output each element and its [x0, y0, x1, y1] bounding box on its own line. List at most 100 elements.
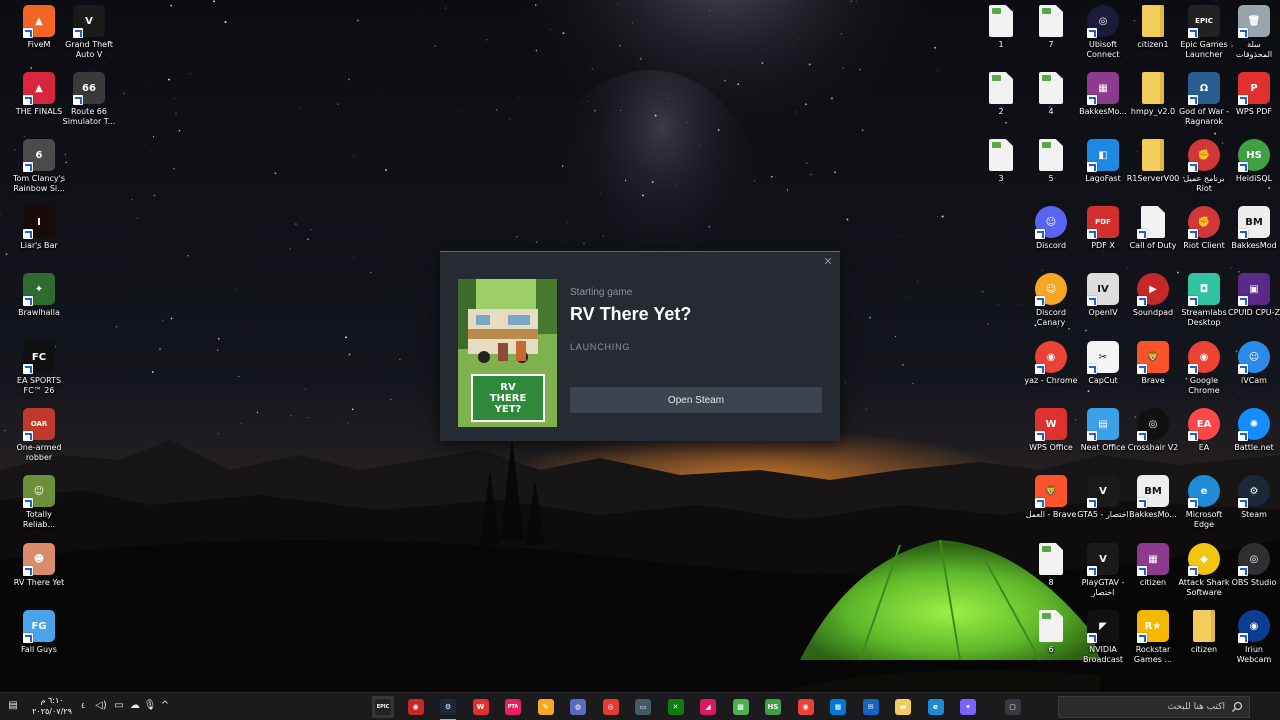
taskbar-app-button[interactable]: W [470, 696, 492, 718]
shortcut-arrow-icon [23, 431, 33, 441]
taskbar-app-button[interactable]: EPIC [372, 696, 394, 718]
recorder-icon: ◉ [407, 699, 424, 715]
taskbar-app-button[interactable]: ✕ [665, 696, 687, 718]
taskbar-app-button[interactable]: ▩ [730, 696, 752, 718]
desktop-icon[interactable]: ✺ Battle.net [1225, 408, 1280, 472]
shortcut-arrow-icon [23, 633, 33, 643]
notification-count: ٤ [80, 701, 86, 710]
desktop-icon[interactable]: R★ Rockstar Games ... [1124, 610, 1182, 674]
desktop-icon[interactable]: BM BakkesMod [1225, 206, 1280, 270]
shortcut-arrow-icon [23, 498, 33, 508]
taskbar-app-button[interactable]: ▬ [892, 696, 914, 718]
app-pink2-icon: ◢ [700, 699, 716, 715]
desktop-icon[interactable]: ☺ Totally Reliab... [10, 475, 68, 539]
shortcut-arrow-icon [1087, 364, 1097, 374]
taskbar-app-button[interactable]: ✦ [957, 696, 979, 718]
desktop-icon-label: Battle.net [1234, 443, 1274, 452]
game-title: RV There Yet? [570, 304, 692, 324]
desktop-icon-label: Steam [1241, 510, 1267, 519]
shortcut-arrow-icon [1035, 229, 1045, 239]
chevron-up-icon[interactable]: ^ [158, 699, 172, 713]
taskbar-app-button[interactable]: ◉ [405, 696, 427, 718]
desktop-icon[interactable]: ▣ CPUID CPU-Z [1225, 273, 1280, 337]
desktop-icon[interactable]: FG Fall Guys [10, 610, 68, 674]
desktop-icon[interactable]: V Grand Theft Auto V [60, 5, 118, 69]
epic-games-icon: EPIC [375, 699, 391, 715]
network-icon[interactable]: ▭ [112, 699, 126, 713]
taskbar-app-button[interactable]: ▢ [1002, 696, 1024, 718]
shortcut-arrow-icon [1188, 28, 1198, 38]
png-file-icon [989, 5, 1013, 37]
taskbar-app-button[interactable]: HS [762, 696, 784, 718]
taskbar-app-button[interactable]: e [925, 696, 947, 718]
onedrive-icon[interactable]: ☁ [128, 699, 142, 713]
desktop-icon[interactable]: ✦ Brawlhalla [10, 273, 68, 337]
desktop-icon[interactable]: ☺ Discord Canary [1022, 273, 1080, 337]
desktop-icon[interactable]: ☺ Discord [1022, 206, 1080, 270]
app-pink-icon: PTA [505, 699, 521, 715]
desktop-icon[interactable]: I Liar's Bar [10, 206, 68, 270]
shortcut-arrow-icon [1087, 498, 1097, 508]
shortcut-arrow-icon [1188, 364, 1198, 374]
open-steam-button[interactable]: Open Steam [570, 387, 822, 413]
notification-icon[interactable]: ▤ [6, 699, 20, 713]
shortcut-arrow-icon [1188, 431, 1198, 441]
shortcut-arrow-icon [1188, 229, 1198, 239]
taskbar-app-button[interactable]: ▦ [827, 696, 849, 718]
desktop-icon[interactable]: 4 [1022, 72, 1080, 136]
window-icon: ▭ [635, 699, 651, 715]
shortcut-arrow-icon [1238, 162, 1248, 172]
desktop-icon-label: WPS PDF [1236, 107, 1272, 116]
shortcut-arrow-icon [1087, 296, 1097, 306]
shortcut-arrow-icon [1137, 566, 1147, 576]
shortcut-arrow-icon [1238, 364, 1248, 374]
png-file-icon [1039, 72, 1063, 104]
clock-date[interactable]: ٢٠٢٥/٠٧/٢٩ [32, 707, 72, 716]
desktop-icon[interactable]: 🦁 العمل - Brave [1022, 475, 1080, 539]
desktop-icon[interactable]: P WPS PDF [1225, 72, 1280, 136]
taskbar-app-button[interactable]: ⚙ [437, 696, 459, 720]
file-explorer-icon: ▬ [895, 699, 911, 715]
shortcut-arrow-icon [1087, 229, 1097, 239]
shortcut-arrow-icon [1035, 431, 1045, 441]
shortcut-arrow-icon [1188, 162, 1198, 172]
desktop-icon[interactable]: ◉ Iriun Webcam [1225, 610, 1280, 674]
search-input[interactable]: اكتب هنا للبحث [1058, 696, 1250, 718]
taskbar: اكتب هنا للبحث ▤ ٦:١٠ م ٢٠٢٥/٠٧/٢٩ ٤ ◁) … [0, 692, 1280, 720]
shortcut-arrow-icon [73, 28, 83, 38]
desktop-icon[interactable]: Call of Duty [1124, 206, 1182, 270]
desktop-icon[interactable]: ◎ Crosshair V2 [1124, 408, 1182, 472]
close-icon[interactable]: ✕ [822, 256, 834, 268]
desktop-icon[interactable]: ☻ RV There Yet [10, 543, 68, 607]
desktop-icon[interactable]: FC EA SPORTS FC™ 26 [10, 341, 68, 405]
taskbar-app-button[interactable]: ✉ [860, 696, 882, 718]
desktop-icon[interactable]: ⚙ Steam [1225, 475, 1280, 539]
desktop-icon[interactable]: 6 Tom Clancy's Rainbow Si... [10, 139, 68, 203]
desktop-icon[interactable]: 5 [1022, 139, 1080, 203]
taskbar-app-button[interactable]: ◢ [697, 696, 719, 718]
desktop-icon[interactable]: 🗑 سلة المحذوفات [1225, 5, 1280, 69]
app-red-icon: ◎ [602, 699, 619, 715]
desktop-icon[interactable]: W WPS Office [1022, 408, 1080, 472]
desktop-icon[interactable]: ☺ iVCam [1225, 341, 1280, 405]
volume-icon[interactable]: ◁) [94, 699, 108, 713]
desktop-icon-label: One-armed robber [16, 443, 62, 462]
taskbar-app-button[interactable]: ◉ [795, 696, 817, 718]
desktop-icon-label: HeidiSQL [1235, 174, 1273, 183]
desktop-icon[interactable]: OAR One-armed robber [10, 408, 68, 472]
clock-time[interactable]: ٦:١٠ م [32, 696, 72, 705]
png-file-icon [1039, 139, 1063, 171]
taskbar-app-button[interactable]: ◍ [567, 696, 589, 718]
desktop-icon[interactable]: ◉ yaz - Chrome [1022, 341, 1080, 405]
taskbar-app-button[interactable]: ◎ [600, 696, 622, 718]
taskbar-app-button[interactable]: ✎ [535, 696, 557, 718]
taskbar-app-button[interactable]: PTA [502, 696, 524, 718]
desktop-icon[interactable]: 66 Route 66 Simulator T... [60, 72, 118, 136]
shortcut-arrow-icon [1238, 229, 1248, 239]
shortcut-arrow-icon [1137, 296, 1147, 306]
taskbar-app-button[interactable]: ▭ [632, 696, 654, 718]
png-file-icon [1039, 610, 1063, 642]
microphone-icon[interactable]: 🎙 [143, 699, 157, 713]
desktop-icon[interactable]: ◎ OBS Studio [1225, 543, 1280, 607]
desktop-icon[interactable]: HS HeidiSQL [1225, 139, 1280, 203]
